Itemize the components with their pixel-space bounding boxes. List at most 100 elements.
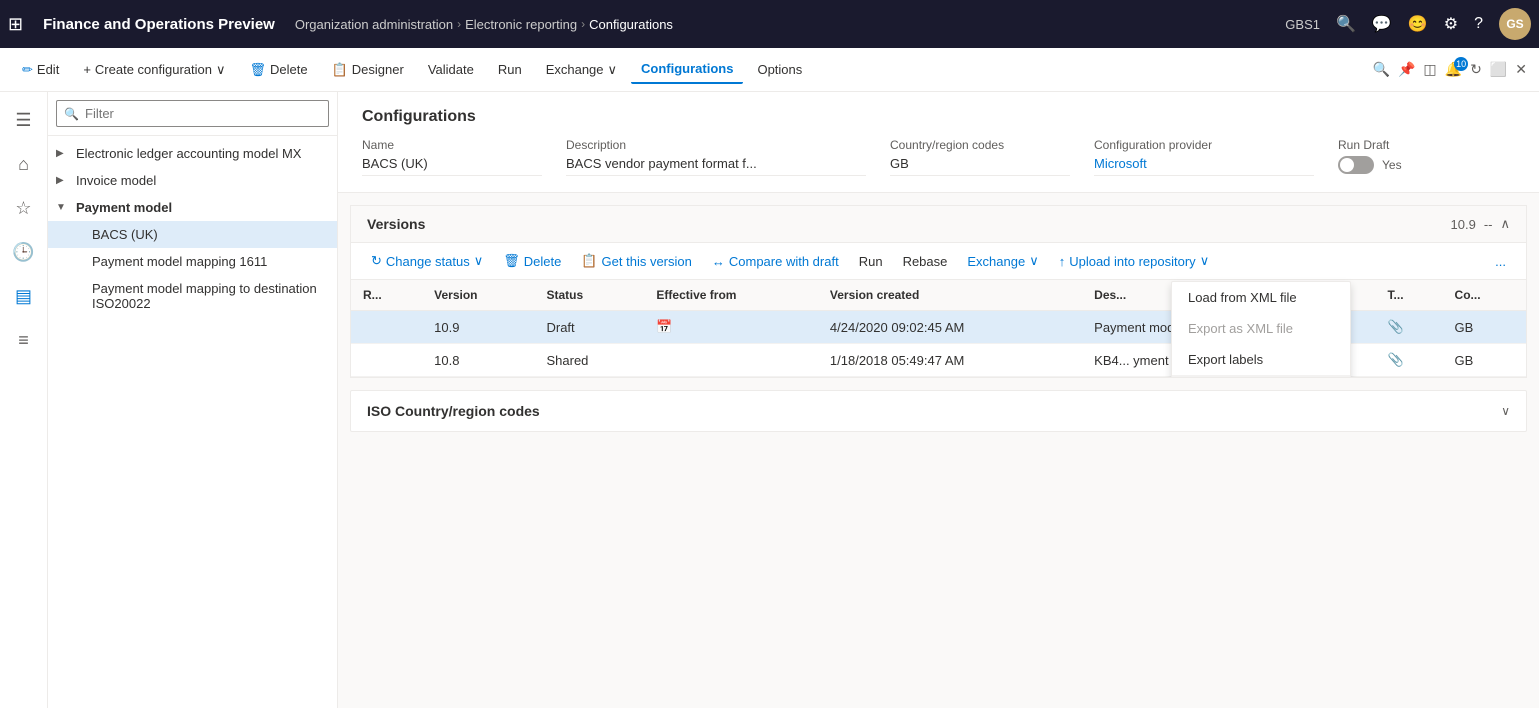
actionbar-search-icon[interactable]: 🔍 xyxy=(1373,61,1390,78)
versions-controls: 10.9 -- ∧ xyxy=(1451,216,1511,232)
sidebar-list-icon[interactable]: ≡ xyxy=(4,320,44,360)
rebase-button[interactable]: Rebase xyxy=(895,250,956,273)
options-button[interactable]: Options xyxy=(747,56,812,83)
maximize-icon[interactable]: ⬜ xyxy=(1490,61,1507,78)
iso-section: ISO Country/region codes ∨ xyxy=(350,390,1527,432)
config-section-title: Configurations xyxy=(362,108,1515,126)
run-button[interactable]: Run xyxy=(488,56,532,83)
versions-run-button[interactable]: Run xyxy=(851,250,891,273)
get-this-version-button[interactable]: 📋 Get this version xyxy=(573,249,700,273)
get-version-icon: 📋 xyxy=(581,253,597,269)
versions-title: Versions xyxy=(367,216,1451,232)
pin-icon[interactable]: 📌 xyxy=(1398,61,1415,78)
face-icon[interactable]: 😊 xyxy=(1408,14,1428,34)
nav-item-invoice-model[interactable]: ▶ Invoice model xyxy=(48,167,337,194)
filter-magnifier-icon: 🔍 xyxy=(64,107,79,121)
compare-icon: ↔ xyxy=(712,254,725,269)
nav-panel: 🔍 ▶ Electronic ledger accounting model M… xyxy=(48,92,338,708)
notification-count: 10 xyxy=(1454,57,1468,71)
versions-exchange-button[interactable]: Exchange ∨ xyxy=(959,249,1046,273)
change-status-chevron: ∨ xyxy=(474,253,484,269)
search-icon[interactable]: 🔍 xyxy=(1336,14,1356,34)
breadcrumb: Organization administration › Electronic… xyxy=(295,17,1277,32)
cell-t: 📎 xyxy=(1376,311,1443,344)
upload-into-repository-button[interactable]: ↑ Upload into repository ∨ xyxy=(1051,249,1217,273)
refresh-icon[interactable]: ↻ xyxy=(1470,61,1482,78)
designer-icon: 📋 xyxy=(332,62,348,78)
top-bar: ⊞ Finance and Operations Preview Organiz… xyxy=(0,0,1539,48)
compare-with-draft-button[interactable]: ↔ Compare with draft xyxy=(704,250,847,273)
close-icon[interactable]: ✕ xyxy=(1515,61,1527,78)
iso-title: ISO Country/region codes xyxy=(367,403,1501,419)
sidebar-home-icon[interactable]: ⌂ xyxy=(4,144,44,184)
waffle-icon[interactable]: ⊞ xyxy=(8,14,23,35)
nav-item-electronic-ledger[interactable]: ▶ Electronic ledger accounting model MX xyxy=(48,140,337,167)
validate-button[interactable]: Validate xyxy=(418,56,484,83)
sidebar-filter-icon[interactable]: ▤ xyxy=(4,276,44,316)
iso-chevron-icon: ∨ xyxy=(1501,404,1510,418)
run-draft-toggle[interactable] xyxy=(1338,156,1374,174)
expand-icon: ▼ xyxy=(56,202,76,213)
provider-link[interactable]: Microsoft xyxy=(1094,156,1147,171)
cell-co: GB xyxy=(1443,344,1526,377)
configurations-button[interactable]: Configurations xyxy=(631,55,743,84)
upload-icon: ↑ xyxy=(1059,254,1066,269)
nav-item-payment-model[interactable]: ▼ Payment model xyxy=(48,194,337,221)
change-status-button[interactable]: ↻ Change status ∨ xyxy=(363,249,491,273)
load-from-xml-item[interactable]: Load from XML file xyxy=(1172,282,1350,313)
col-co: Co... xyxy=(1443,280,1526,311)
run-draft-section: Run Draft Yes xyxy=(1338,138,1402,176)
attach-icon[interactable]: 📎 xyxy=(1388,352,1404,367)
edit-button[interactable]: ✏ Edit xyxy=(12,56,69,84)
col-t: T... xyxy=(1376,280,1443,311)
sidebar-star-icon[interactable]: ☆ xyxy=(4,188,44,228)
cell-t: 📎 xyxy=(1376,344,1443,377)
designer-button[interactable]: 📋 Designer xyxy=(322,56,414,84)
export-labels-item[interactable]: Export labels xyxy=(1172,344,1350,375)
nav-item-label: BACS (UK) xyxy=(92,227,329,242)
notification-icon[interactable]: 🔔 10 xyxy=(1445,61,1462,78)
create-configuration-button[interactable]: + Create configuration ∨ xyxy=(73,56,235,84)
avatar[interactable]: GS xyxy=(1499,8,1531,40)
settings-icon[interactable]: ⚙ xyxy=(1444,14,1458,34)
versions-delete-button[interactable]: 🗑 Delete xyxy=(495,249,569,273)
sidebar-recent-icon[interactable]: 🕒 xyxy=(4,232,44,272)
iso-header[interactable]: ISO Country/region codes ∨ xyxy=(351,391,1526,431)
main-layout: ☰ ⌂ ☆ 🕒 ▤ ≡ 🔍 ▶ Electronic ledger accoun… xyxy=(0,92,1539,708)
nav-item-label: Invoice model xyxy=(76,173,329,188)
breadcrumb-item-org[interactable]: Organization administration xyxy=(295,17,453,32)
name-field: Name BACS (UK) xyxy=(362,138,542,176)
nav-filter: 🔍 xyxy=(48,92,337,136)
attach-icon[interactable]: 📎 xyxy=(1388,319,1404,334)
breadcrumb-sep-2: › xyxy=(581,17,585,31)
cell-status: Shared xyxy=(534,344,644,377)
calendar-icon[interactable]: 📅 xyxy=(656,319,672,334)
sidebar-hamburger-icon[interactable]: ☰ xyxy=(4,100,44,140)
col-effective-from: Effective from xyxy=(644,280,817,311)
nav-item-payment-mapping-1611[interactable]: Payment model mapping 1611 xyxy=(48,248,337,275)
nav-item-bacs-uk[interactable]: BACS (UK) xyxy=(48,221,337,248)
chat-icon[interactable]: 💬 xyxy=(1372,14,1392,34)
filter-input[interactable] xyxy=(56,100,329,127)
delete-button[interactable]: 🗑 Delete xyxy=(240,56,318,84)
col-version-created: Version created xyxy=(818,280,1082,311)
upload-chevron-icon: ∨ xyxy=(1200,253,1210,269)
export-as-xml-item: Export as XML file xyxy=(1172,313,1350,344)
cell-status: Draft xyxy=(534,311,644,344)
exchange-button[interactable]: Exchange ∨ xyxy=(536,56,627,84)
load-labels-item[interactable]: Load labels xyxy=(1172,375,1350,378)
name-value: BACS (UK) xyxy=(362,156,542,176)
breadcrumb-item-er[interactable]: Electronic reporting xyxy=(465,17,577,32)
edit-icon: ✏ xyxy=(22,62,33,78)
breadcrumb-item-config[interactable]: Configurations xyxy=(589,17,673,32)
country-field: Country/region codes GB xyxy=(890,138,1070,176)
cell-effective-from xyxy=(644,344,817,377)
main-content: Configurations Name BACS (UK) Descriptio… xyxy=(338,92,1539,708)
collapse-icon[interactable]: ∧ xyxy=(1500,216,1510,232)
top-bar-actions: GBS1 🔍 💬 😊 ⚙ ? GS xyxy=(1285,8,1531,40)
nav-item-label: Payment model mapping 1611 xyxy=(92,254,329,269)
nav-item-payment-mapping-iso[interactable]: Payment model mapping to destination ISO… xyxy=(48,275,337,317)
help-icon[interactable]: ? xyxy=(1474,15,1483,33)
panel-icon[interactable]: ◫ xyxy=(1423,61,1436,78)
more-button[interactable]: ... xyxy=(1487,250,1514,273)
